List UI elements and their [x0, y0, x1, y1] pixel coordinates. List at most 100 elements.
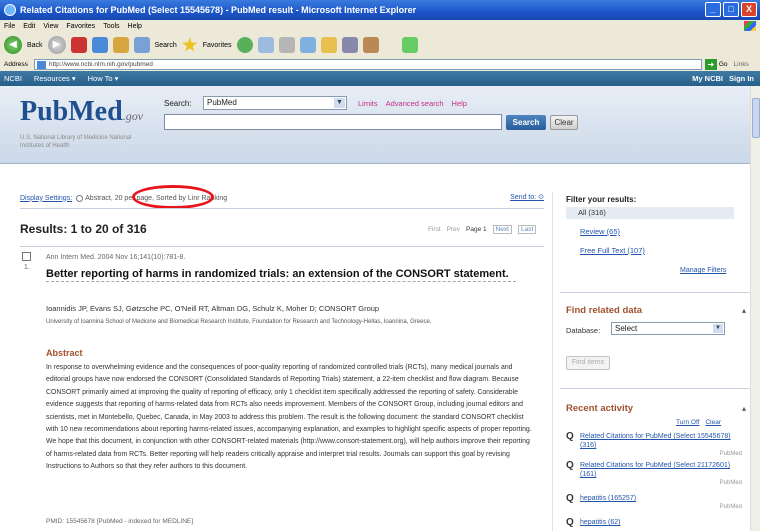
magnifier-icon: Q [566, 431, 574, 442]
search-label[interactable]: Search [155, 42, 177, 49]
forward-arrow-icon[interactable]: ▶ [47, 36, 66, 54]
extension-icon[interactable] [401, 37, 418, 53]
first-page-link[interactable]: First [428, 226, 441, 233]
database-select[interactable]: PubMed ▼ [203, 96, 347, 110]
divider [560, 292, 750, 293]
help-link[interactable]: Help [452, 99, 467, 108]
menu-file[interactable]: File [4, 23, 15, 30]
ncbi-brand[interactable]: NCBI [4, 74, 22, 83]
search-links: Limits Advanced search Help [358, 99, 467, 108]
advanced-search-link[interactable]: Advanced search [386, 99, 444, 108]
clear-link[interactable]: Clear [705, 419, 721, 426]
collapse-icon[interactable]: ▴ [742, 404, 746, 413]
next-page-link[interactable]: Next [492, 225, 512, 234]
result-authors: Ioannidis JP, Evans SJ, Gøtzsche PC, O'N… [46, 304, 380, 313]
filter-heading: Filter your results: [566, 195, 637, 204]
recent-item[interactable]: Q Related Citations for PubMed (Select 2… [566, 461, 742, 488]
window-controls: _ □ X [705, 2, 757, 17]
go-button[interactable]: ➜ Go [704, 58, 728, 70]
close-button[interactable]: X [741, 2, 757, 17]
pubmed-logo[interactable]: PubMed.gov [20, 96, 143, 128]
go-arrow-icon: ➜ [704, 58, 717, 70]
window-title-bar: Related Citations for PubMed (Select 155… [0, 0, 760, 20]
abstract-heading: Abstract [46, 348, 83, 358]
resources-menu[interactable]: Resources ▾ [34, 74, 76, 83]
address-label: Address [4, 60, 28, 68]
result-number: 1. [24, 264, 30, 271]
result-checkbox[interactable] [22, 252, 31, 261]
prev-page-link[interactable]: Prev [447, 226, 460, 233]
send-to-link[interactable]: Send to: ⊙ [510, 193, 544, 201]
results-count: Results: 1 to 20 of 316 [20, 222, 147, 236]
filter-free-full-text-link[interactable]: Free Full Text (107) [580, 246, 645, 255]
chevron-down-icon[interactable] [76, 194, 84, 202]
recent-item[interactable]: Q hepatitis (62) [566, 517, 742, 528]
red-highlight-circle [132, 185, 214, 209]
links-label[interactable]: Links [734, 61, 749, 68]
pagination: First Prev Page 1 Next Last [428, 225, 537, 234]
messenger-icon[interactable] [341, 37, 358, 53]
refresh-icon[interactable] [91, 37, 108, 53]
folder-icon[interactable] [320, 37, 337, 53]
find-related-heading: Find related data [566, 305, 643, 316]
minimize-button[interactable]: _ [705, 2, 721, 17]
mail-icon[interactable] [257, 37, 274, 53]
page-icon [36, 60, 46, 69]
history-icon[interactable] [236, 37, 253, 53]
menu-view[interactable]: View [43, 23, 58, 30]
search-button[interactable]: Search [506, 115, 546, 130]
recent-item[interactable]: Q Related Citations for PubMed (Select 1… [566, 432, 742, 459]
browser-toolbar: ◀ Back ▶ Search Favorites [0, 33, 760, 57]
favorites-star-icon[interactable] [182, 37, 198, 52]
recent-item[interactable]: Q hepatitis (165257) PubMed [566, 494, 742, 512]
howto-menu[interactable]: How To ▾ [88, 74, 119, 83]
last-page-link[interactable]: Last [518, 225, 537, 234]
display-settings-link[interactable]: Display Settings: [20, 195, 72, 202]
menu-help[interactable]: Help [128, 23, 142, 30]
pubmed-header: PubMed.gov U.S. National Library of Medi… [0, 86, 760, 164]
search-icon[interactable] [133, 37, 150, 53]
manage-filters-link[interactable]: Manage Filters [680, 267, 726, 274]
maximize-button[interactable]: □ [723, 2, 739, 17]
print-icon[interactable] [278, 37, 295, 53]
collapse-icon[interactable]: ▴ [742, 306, 746, 315]
favorites-label[interactable]: Favorites [203, 42, 232, 49]
go-label: Go [718, 60, 728, 68]
divider [20, 208, 544, 209]
windows-flag-icon [744, 21, 756, 31]
limits-link[interactable]: Limits [358, 99, 378, 108]
result-title: Better reporting of harms in randomized … [46, 268, 516, 282]
nlm-subtitle: U.S. National Library of Medicine Nation… [20, 135, 132, 149]
ie-icon [4, 4, 16, 16]
home-icon[interactable] [112, 37, 129, 53]
scrollbar-thumb[interactable] [752, 98, 760, 138]
database-select-sidebar[interactable]: Select ▼ [611, 322, 725, 335]
page-scrollbar[interactable] [750, 86, 760, 531]
chevron-down-icon: ▼ [334, 98, 345, 108]
find-items-button[interactable]: Find items [566, 356, 610, 370]
my-ncbi-link[interactable]: My NCBI [692, 74, 723, 83]
menu-tools[interactable]: Tools [103, 23, 119, 30]
menu-edit[interactable]: Edit [23, 23, 35, 30]
research-icon[interactable] [362, 37, 379, 53]
clear-button[interactable]: Clear [550, 115, 578, 130]
stop-icon[interactable] [70, 37, 87, 53]
search-input[interactable] [164, 114, 502, 130]
turn-off-link[interactable]: Turn Off [676, 419, 699, 426]
sign-in-link[interactable]: Sign In [729, 74, 754, 83]
magnifier-icon: Q [566, 517, 574, 528]
abstract-text: In response to overwhelming evidence and… [46, 364, 532, 471]
display-settings-bar: Display Settings: Abstract, 20 per page,… [20, 192, 544, 204]
filter-all[interactable]: All (316) [566, 207, 734, 219]
back-arrow-icon[interactable]: ◀ [4, 36, 22, 54]
page-indicator[interactable]: Page 1 [466, 226, 487, 233]
menu-favorites[interactable]: Favorites [66, 23, 95, 30]
back-label[interactable]: Back [27, 42, 43, 49]
result-affiliation: University of Ioannina School of Medicin… [46, 319, 432, 325]
address-url: http://www.ncbi.nlm.nih.gov/pubmed [48, 60, 153, 68]
filter-review-link[interactable]: Review (65) [580, 227, 620, 236]
address-input[interactable]: http://www.ncbi.nlm.nih.gov/pubmed [33, 58, 702, 70]
divider [20, 246, 544, 247]
edit-icon[interactable] [299, 37, 316, 53]
result-source: Ann Intern Med. 2004 Nov 16;141(10):781-… [46, 254, 186, 261]
